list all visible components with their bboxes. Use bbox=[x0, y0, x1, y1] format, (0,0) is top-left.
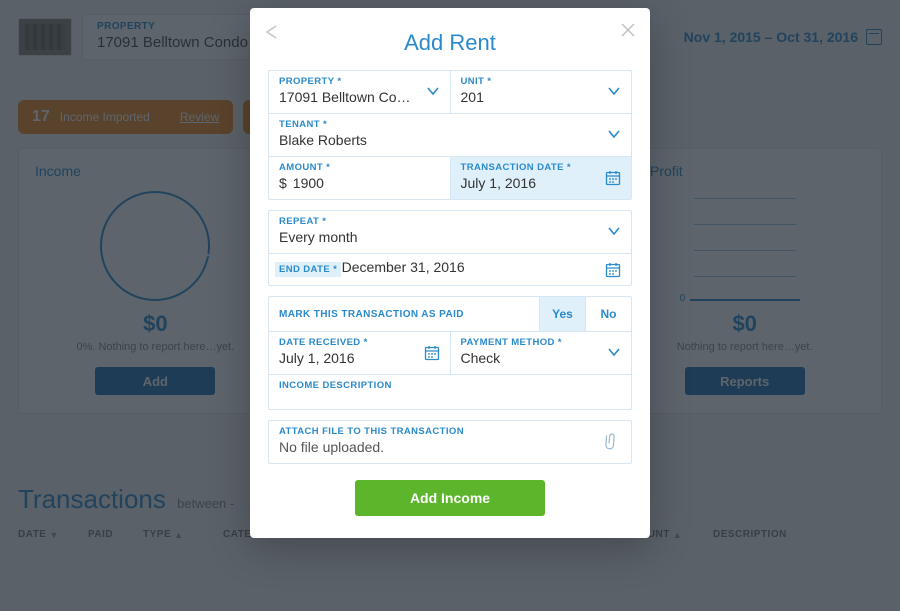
mark-paid-no[interactable]: No bbox=[585, 297, 631, 331]
end-date-label: END DATE * bbox=[275, 262, 341, 277]
property-field-label: PROPERTY * bbox=[279, 76, 440, 87]
date-received-field[interactable]: DATE RECEIVED * July 1, 2016 bbox=[269, 331, 450, 374]
add-income-submit-button[interactable]: Add Income bbox=[355, 480, 545, 516]
mark-paid-label: MARK THIS TRANSACTION AS PAID bbox=[279, 309, 539, 320]
unit-field-value: 201 bbox=[461, 89, 484, 105]
transaction-date-value: July 1, 2016 bbox=[461, 175, 537, 191]
end-date-value: December 31, 2016 bbox=[342, 259, 465, 275]
repeat-field[interactable]: REPEAT * Every month bbox=[269, 211, 631, 253]
tenant-field[interactable]: TENANT * Blake Roberts bbox=[269, 113, 631, 156]
date-received-value: July 1, 2016 bbox=[279, 350, 355, 366]
mark-paid-yes[interactable]: Yes bbox=[539, 297, 585, 331]
income-description-field[interactable]: INCOME DESCRIPTION bbox=[269, 374, 631, 409]
form-block-payment: MARK THIS TRANSACTION AS PAID Yes No DAT… bbox=[268, 296, 632, 410]
form-block-attach: ATTACH FILE TO THIS TRANSACTION No file … bbox=[268, 420, 632, 464]
repeat-field-label: REPEAT * bbox=[279, 216, 621, 227]
modal-title: Add Rent bbox=[268, 30, 632, 56]
amount-field[interactable]: AMOUNT * $ 1900 bbox=[269, 156, 450, 199]
transaction-date-label: TRANSACTION DATE * bbox=[461, 162, 622, 173]
add-rent-modal: Add Rent PROPERTY * 17091 Belltown Co… U… bbox=[250, 8, 650, 538]
attach-file-field[interactable]: ATTACH FILE TO THIS TRANSACTION No file … bbox=[269, 421, 631, 463]
dollar-sign: $ bbox=[279, 175, 287, 191]
transaction-date-field[interactable]: TRANSACTION DATE * July 1, 2016 bbox=[450, 156, 632, 199]
tenant-field-label: TENANT * bbox=[279, 119, 621, 130]
payment-method-value: Check bbox=[461, 350, 501, 366]
back-icon[interactable] bbox=[264, 24, 284, 45]
amount-field-label: AMOUNT * bbox=[279, 162, 440, 173]
calendar-icon bbox=[424, 345, 440, 361]
property-field-value: 17091 Belltown Co… bbox=[279, 89, 411, 105]
date-received-label: DATE RECEIVED * bbox=[279, 337, 440, 348]
mark-paid-row: MARK THIS TRANSACTION AS PAID Yes No bbox=[269, 297, 631, 331]
calendar-icon bbox=[605, 262, 621, 278]
tenant-field-value: Blake Roberts bbox=[279, 132, 367, 148]
attach-file-value: No file uploaded. bbox=[279, 439, 384, 455]
payment-method-label: PAYMENT METHOD * bbox=[461, 337, 622, 348]
form-block-repeat: REPEAT * Every month END DATE * December… bbox=[268, 210, 632, 286]
mark-paid-toggle: Yes No bbox=[539, 297, 631, 331]
attach-file-label: ATTACH FILE TO THIS TRANSACTION bbox=[279, 426, 621, 437]
close-icon[interactable] bbox=[620, 22, 636, 43]
end-date-field[interactable]: END DATE * December 31, 2016 bbox=[269, 253, 631, 285]
property-field[interactable]: PROPERTY * 17091 Belltown Co… bbox=[269, 71, 450, 113]
income-description-label: INCOME DESCRIPTION bbox=[279, 380, 621, 391]
payment-method-field[interactable]: PAYMENT METHOD * Check bbox=[450, 331, 632, 374]
amount-field-value: 1900 bbox=[293, 175, 324, 191]
unit-field-label: UNIT * bbox=[461, 76, 622, 87]
repeat-field-value: Every month bbox=[279, 229, 358, 245]
form-block-main: PROPERTY * 17091 Belltown Co… UNIT * 201… bbox=[268, 70, 632, 200]
calendar-icon bbox=[605, 170, 621, 186]
unit-field[interactable]: UNIT * 201 bbox=[450, 71, 632, 113]
